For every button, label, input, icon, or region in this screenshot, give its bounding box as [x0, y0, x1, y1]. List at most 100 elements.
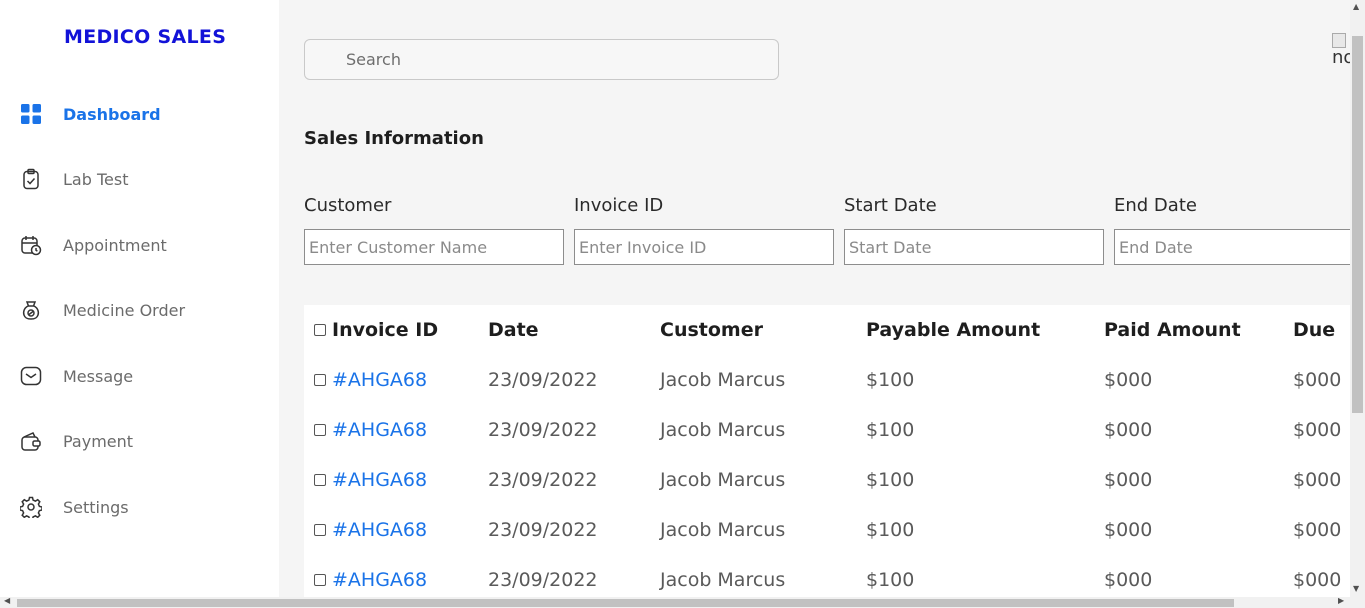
invoice-filter: Invoice ID — [574, 195, 834, 265]
horizontal-scroll-thumb[interactable] — [17, 599, 1234, 607]
payable-amount-cell: $100 — [866, 369, 915, 391]
paid-amount-cell: $000 — [1104, 369, 1153, 391]
page-title: Sales Information — [304, 128, 484, 149]
payable-amount-cell: $100 — [866, 419, 915, 441]
start-date-label: Start Date — [844, 195, 937, 216]
customer-cell: Jacob Marcus — [660, 419, 786, 441]
table-row: #AHGA68 23/09/2022 Jacob Marcus $100 $00… — [304, 405, 1350, 455]
scroll-right-arrow-icon[interactable]: ▶ — [1338, 596, 1344, 605]
sidebar-item-medicine-order[interactable]: Medicine Order — [20, 293, 260, 327]
customer-cell: Jacob Marcus — [660, 369, 786, 391]
vertical-scrollbar[interactable]: ▲ ▼ — [1350, 0, 1365, 597]
invoice-id-input[interactable] — [574, 229, 834, 265]
date-cell: 23/09/2022 — [488, 469, 598, 491]
vertical-scroll-thumb[interactable] — [1352, 36, 1363, 413]
scroll-left-arrow-icon[interactable]: ◀ — [4, 596, 10, 605]
scroll-up-arrow-icon[interactable]: ▲ — [1353, 2, 1359, 11]
broken-image: no — [1332, 33, 1350, 73]
customer-cell: Jacob Marcus — [660, 469, 786, 491]
invoice-link[interactable]: #AHGA68 — [332, 419, 427, 441]
sales-table-container: Invoice ID Date Customer Payable Amount … — [304, 305, 1350, 597]
row-checkbox[interactable] — [314, 474, 326, 486]
end-date-filter: End Date — [1114, 195, 1350, 265]
date-cell: 23/09/2022 — [488, 419, 598, 441]
customer-filter-label: Customer — [304, 195, 392, 216]
start-date-filter: Start Date — [844, 195, 1104, 265]
table-row: #AHGA68 23/09/2022 Jacob Marcus $100 $00… — [304, 505, 1350, 555]
payable-amount-cell: $100 — [866, 519, 915, 541]
wallet-icon — [20, 430, 42, 452]
sidebar-item-appointment[interactable]: Appointment — [20, 228, 260, 262]
medicine-bag-icon — [20, 299, 42, 321]
sidebar-item-label: Payment — [63, 431, 134, 451]
header-payable-amount: Payable Amount — [866, 319, 1041, 341]
start-date-input[interactable] — [844, 229, 1104, 265]
gear-icon — [20, 496, 42, 518]
horizontal-scrollbar[interactable]: ◀ ▶ — [0, 596, 1365, 608]
invoice-link[interactable]: #AHGA68 — [332, 569, 427, 591]
sidebar-item-label: Dashboard — [63, 104, 161, 124]
table-header-row: Invoice ID Date Customer Payable Amount … — [304, 305, 1350, 355]
sidebar-item-lab-test[interactable]: Lab Test — [20, 162, 260, 196]
end-date-label: End Date — [1114, 195, 1197, 216]
paid-amount-cell: $000 — [1104, 519, 1153, 541]
header-customer: Customer — [660, 319, 763, 341]
broken-image-icon — [1332, 33, 1346, 48]
message-icon — [20, 365, 42, 387]
sidebar: MEDICO SALES Dashboard Lab Test Appointm… — [0, 0, 279, 597]
customer-name-input[interactable] — [304, 229, 564, 265]
invoice-filter-label: Invoice ID — [574, 195, 664, 216]
due-cell: $000 — [1293, 369, 1342, 391]
search-box — [304, 39, 779, 80]
clipboard-check-icon — [20, 168, 42, 190]
sidebar-item-label: Medicine Order — [63, 300, 186, 320]
table-row: #AHGA68 23/09/2022 Jacob Marcus $100 $00… — [304, 455, 1350, 505]
due-cell: $000 — [1293, 569, 1342, 591]
scroll-down-arrow-icon[interactable]: ▼ — [1353, 584, 1359, 593]
select-all-checkbox[interactable] — [314, 324, 326, 336]
header-due: Due — [1293, 319, 1336, 341]
broken-image-alt-text: no — [1332, 47, 1350, 68]
sidebar-item-label: Appointment — [63, 235, 167, 255]
date-cell: 23/09/2022 — [488, 569, 598, 591]
header-date: Date — [488, 319, 539, 341]
search-input[interactable] — [305, 40, 778, 79]
sidebar-item-label: Message — [63, 366, 134, 386]
sidebar-item-label: Settings — [63, 497, 129, 517]
customer-cell: Jacob Marcus — [660, 519, 786, 541]
paid-amount-cell: $000 — [1104, 569, 1153, 591]
customer-cell: Jacob Marcus — [660, 569, 786, 591]
sidebar-item-payment[interactable]: Payment — [20, 424, 260, 458]
table-row: #AHGA68 23/09/2022 Jacob Marcus $100 $00… — [304, 355, 1350, 405]
brand-logo-text: MEDICO SALES — [64, 26, 227, 48]
invoice-link[interactable]: #AHGA68 — [332, 469, 427, 491]
due-cell: $000 — [1293, 519, 1342, 541]
sidebar-item-settings[interactable]: Settings — [20, 490, 260, 524]
customer-filter: Customer — [304, 195, 564, 265]
table-row: #AHGA68 23/09/2022 Jacob Marcus $100 $00… — [304, 555, 1350, 597]
row-checkbox[interactable] — [314, 374, 326, 386]
end-date-input[interactable] — [1114, 229, 1350, 265]
payable-amount-cell: $100 — [866, 469, 915, 491]
paid-amount-cell: $000 — [1104, 419, 1153, 441]
sidebar-item-dashboard[interactable]: Dashboard — [20, 97, 260, 131]
date-cell: 23/09/2022 — [488, 369, 598, 391]
header-paid-amount: Paid Amount — [1104, 319, 1241, 341]
sidebar-item-label: Lab Test — [63, 169, 129, 189]
row-checkbox[interactable] — [314, 574, 326, 586]
sidebar-item-message[interactable]: Message — [20, 359, 260, 393]
main-content: no Sales Information Customer Invoice ID… — [279, 0, 1350, 597]
invoice-link[interactable]: #AHGA68 — [332, 519, 427, 541]
due-cell: $000 — [1293, 419, 1342, 441]
date-cell: 23/09/2022 — [488, 519, 598, 541]
row-checkbox[interactable] — [314, 424, 326, 436]
header-invoice-id: Invoice ID — [304, 305, 488, 355]
sales-table: Invoice ID Date Customer Payable Amount … — [304, 305, 1350, 597]
row-checkbox[interactable] — [314, 524, 326, 536]
paid-amount-cell: $000 — [1104, 469, 1153, 491]
invoice-link[interactable]: #AHGA68 — [332, 369, 427, 391]
due-cell: $000 — [1293, 469, 1342, 491]
payable-amount-cell: $100 — [866, 569, 915, 591]
calendar-clock-icon — [20, 234, 42, 256]
dashboard-icon — [20, 103, 42, 125]
